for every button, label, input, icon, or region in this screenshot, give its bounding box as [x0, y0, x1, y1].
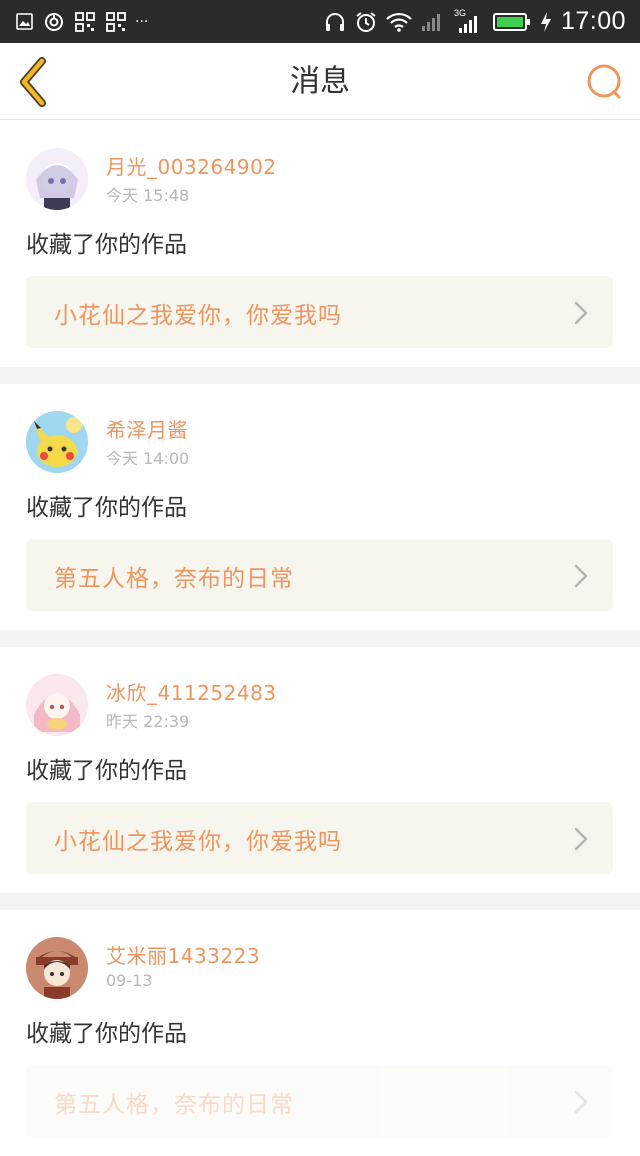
signal-sim2-icon: 3G [454, 8, 484, 34]
work-title: 小花仙之我爱你，你爱我吗 [54, 303, 342, 329]
message-list: 月光_003264902 今天 15:48 收藏了你的作品 小花仙之我爱你，你爱… [0, 121, 640, 1156]
avatar[interactable] [26, 148, 88, 210]
search-icon [587, 64, 621, 99]
action-text: 收藏了你的作品 [26, 495, 187, 521]
work-title: 小花仙之我爱你，你爱我吗 [54, 829, 342, 855]
username[interactable]: 月光_003264902 [106, 151, 277, 180]
action-text: 收藏了你的作品 [26, 232, 187, 258]
grid-notification-icon [75, 11, 95, 32]
battery-icon [492, 12, 530, 31]
avatar[interactable] [26, 411, 88, 473]
status-bar: ··· 3G 17:00 [0, 0, 640, 43]
clock: 17:00 [560, 7, 626, 35]
image-notification-icon [16, 13, 33, 30]
action-text: 收藏了你的作品 [26, 1021, 187, 1047]
work-link[interactable]: 小花仙之我爱你，你爱我吗 [26, 276, 613, 348]
more-notifications: ··· [135, 13, 149, 30]
headphones-icon [325, 12, 344, 31]
grid-notification-icon [106, 11, 126, 32]
timestamp: 09-13 [106, 971, 153, 990]
separator [0, 630, 640, 647]
signal-sim1-icon [421, 13, 440, 31]
chevron-right-icon [574, 827, 588, 851]
message-card: 月光_003264902 今天 15:48 收藏了你的作品 小花仙之我爱你，你爱… [0, 121, 640, 367]
separator [0, 367, 640, 384]
wifi-icon [386, 12, 412, 32]
work-link[interactable]: 小花仙之我爱你，你爱我吗 [26, 802, 613, 874]
username[interactable]: 艾米丽1433223 [106, 940, 260, 969]
work-title: 第五人格，奈布的日常 [54, 1092, 294, 1118]
timestamp: 今天 14:00 [106, 449, 190, 468]
username[interactable]: 希泽月酱 [106, 414, 188, 443]
work-link[interactable]: 第五人格，奈布的日常 [26, 1065, 613, 1137]
work-title: 第五人格，奈布的日常 [54, 566, 294, 592]
page-title: 消息 [290, 64, 350, 99]
message-card: 冰欣_411252483 昨天 22:39 收藏了你的作品 小花仙之我爱你，你爱… [0, 647, 640, 893]
chevron-right-icon [574, 564, 588, 588]
timestamp: 今天 15:48 [106, 186, 190, 205]
search-button[interactable] [584, 61, 626, 103]
app-notification-icon [45, 12, 63, 31]
back-button[interactable] [12, 55, 56, 109]
chevron-left-icon [20, 57, 46, 107]
charging-icon [540, 11, 551, 32]
avatar[interactable] [26, 937, 88, 999]
alarm-icon [356, 11, 376, 32]
action-text: 收藏了你的作品 [26, 758, 187, 784]
message-card: 艾米丽1433223 09-13 收藏了你的作品 第五人格，奈布的日常 [0, 910, 640, 1156]
nav-bar: 消息 [0, 43, 640, 120]
username[interactable]: 冰欣_411252483 [106, 677, 277, 706]
avatar[interactable] [26, 674, 88, 736]
timestamp: 昨天 22:39 [106, 712, 190, 731]
status-right-icons: 3G 17:00 [324, 0, 626, 43]
status-left-icons: ··· [16, 0, 148, 43]
message-card: 希泽月酱 今天 14:00 收藏了你的作品 第五人格，奈布的日常 [0, 384, 640, 630]
work-link[interactable]: 第五人格，奈布的日常 [26, 539, 613, 611]
separator [0, 893, 640, 910]
chevron-right-icon [574, 301, 588, 325]
chevron-right-icon [574, 1090, 588, 1114]
